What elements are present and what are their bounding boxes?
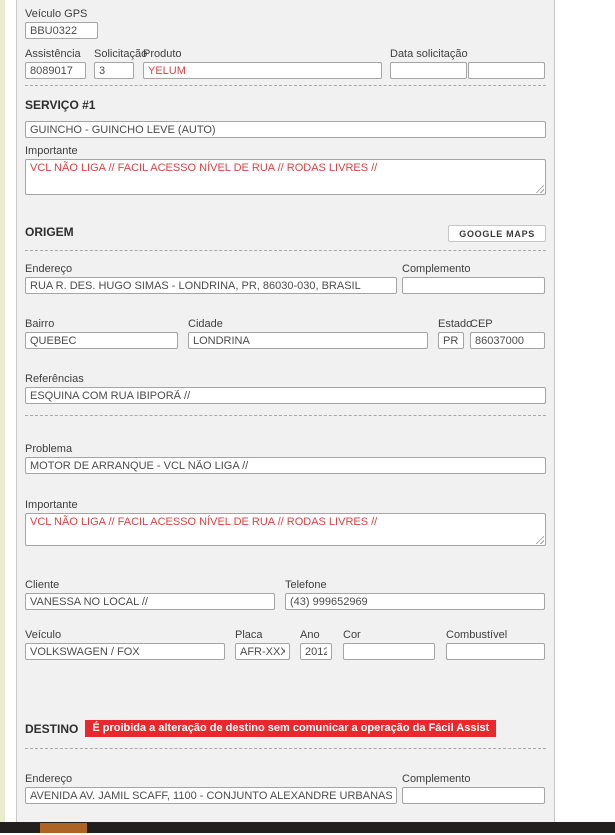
origem-bairro-input[interactable] xyxy=(25,332,178,349)
bottom-taskbar xyxy=(0,822,615,833)
combustivel-label: Combustível xyxy=(446,629,545,641)
veiculo-input[interactable] xyxy=(25,643,225,660)
assistencia-label: Assistência xyxy=(25,48,86,60)
origem-referencias-field: Referências xyxy=(25,373,546,404)
origem-importante-label: Importante xyxy=(25,499,546,511)
placa-input[interactable] xyxy=(235,643,290,660)
cliente-field: Cliente xyxy=(25,579,275,610)
origem-problema-field: Problema xyxy=(25,443,546,474)
combustivel-field: Combustível xyxy=(446,629,545,660)
servico-importante-label: Importante xyxy=(25,145,546,157)
servico-tipo-input[interactable] xyxy=(25,121,546,138)
origem-referencias-input[interactable] xyxy=(25,387,546,404)
servico-heading: SERVIÇO #1 xyxy=(25,98,546,112)
form-panel: Veículo GPS Assistência Solicitação Prod… xyxy=(16,0,555,833)
origem-complemento-input[interactable] xyxy=(402,277,545,294)
telefone-field: Telefone xyxy=(285,579,545,610)
cliente-input[interactable] xyxy=(25,593,275,610)
destino-heading: DESTINO xyxy=(25,722,78,736)
resize-grip-icon[interactable] xyxy=(536,536,544,544)
origem-cep-input[interactable] xyxy=(470,332,545,349)
vehicle-gps-input[interactable] xyxy=(25,22,98,39)
destino-endereco-input[interactable] xyxy=(25,787,397,804)
cor-label: Cor xyxy=(343,629,435,641)
origem-referencias-label: Referências xyxy=(25,373,546,385)
section-divider xyxy=(25,415,546,416)
placa-label: Placa xyxy=(235,629,290,641)
origem-complemento-label: Complemento xyxy=(402,263,545,275)
placa-field: Placa xyxy=(235,629,290,660)
servico-importante-textarea[interactable]: VCL NÃO LIGA // FACIL ACESSO NÍVEL DE RU… xyxy=(25,159,546,195)
vehicle-gps-field: Veículo GPS xyxy=(25,8,98,39)
origem-problema-label: Problema xyxy=(25,443,546,455)
section-divider xyxy=(25,748,546,749)
telefone-input[interactable] xyxy=(285,593,545,610)
data-solicitacao-date-input[interactable] xyxy=(390,62,467,79)
resize-grip-icon[interactable] xyxy=(536,185,544,193)
destino-endereco-field: Endereço xyxy=(25,773,397,804)
origem-estado-label: Estado xyxy=(438,318,464,330)
origem-cidade-label: Cidade xyxy=(188,318,428,330)
produto-input[interactable] xyxy=(143,62,382,79)
origem-importante-textarea[interactable]: VCL NÃO LIGA // FACIL ACESSO NÍVEL DE RU… xyxy=(25,513,546,546)
origem-estado-field: Estado xyxy=(438,318,464,349)
google-maps-button[interactable]: GOOGLE MAPS xyxy=(448,225,546,242)
origem-heading: ORIGEM xyxy=(25,225,74,239)
cor-field: Cor xyxy=(343,629,435,660)
origem-bairro-field: Bairro xyxy=(25,318,178,349)
solicitacao-label: Solicitação xyxy=(94,48,134,60)
veiculo-label: Veículo xyxy=(25,629,225,641)
origem-estado-input[interactable] xyxy=(438,332,464,349)
destino-complemento-input[interactable] xyxy=(402,787,545,804)
origem-cidade-field: Cidade xyxy=(188,318,428,349)
produto-field: Produto xyxy=(143,48,382,79)
origem-cep-label: CEP xyxy=(470,318,545,330)
veiculo-field: Veículo xyxy=(25,629,225,660)
produto-label: Produto xyxy=(143,48,382,60)
ano-label: Ano xyxy=(300,629,332,641)
vehicle-gps-label: Veículo GPS xyxy=(25,8,98,20)
cor-input[interactable] xyxy=(343,643,435,660)
origem-cep-field: CEP xyxy=(470,318,545,349)
solicitacao-input[interactable] xyxy=(94,62,134,79)
origem-endereco-field: Endereço xyxy=(25,263,397,294)
telefone-label: Telefone xyxy=(285,579,545,591)
assistencia-field: Assistência xyxy=(25,48,86,79)
left-accent-strip xyxy=(0,0,5,833)
cliente-label: Cliente xyxy=(25,579,275,591)
origem-cidade-input[interactable] xyxy=(188,332,428,349)
data-solicitacao-field: Data solicitação xyxy=(390,48,545,79)
data-solicitacao-label: Data solicitação xyxy=(390,48,545,60)
section-divider xyxy=(25,250,546,251)
assistencia-input[interactable] xyxy=(25,62,86,79)
combustivel-input[interactable] xyxy=(446,643,545,660)
taskbar-item-orange[interactable] xyxy=(40,823,87,833)
section-divider xyxy=(25,85,546,86)
origem-complemento-field: Complemento xyxy=(402,263,545,294)
origem-endereco-label: Endereço xyxy=(25,263,397,275)
solicitacao-field: Solicitação xyxy=(94,48,134,79)
destino-complemento-label: Complemento xyxy=(402,773,545,785)
origem-endereco-input[interactable] xyxy=(25,277,397,294)
destino-endereco-label: Endereço xyxy=(25,773,397,785)
ano-input[interactable] xyxy=(300,643,332,660)
data-solicitacao-time-input[interactable] xyxy=(468,62,545,79)
origem-problema-input[interactable] xyxy=(25,457,546,474)
destino-warning-badge: É proibida a alteração de destino sem co… xyxy=(85,720,496,737)
origem-bairro-label: Bairro xyxy=(25,318,178,330)
ano-field: Ano xyxy=(300,629,332,660)
destino-complemento-field: Complemento xyxy=(402,773,545,804)
